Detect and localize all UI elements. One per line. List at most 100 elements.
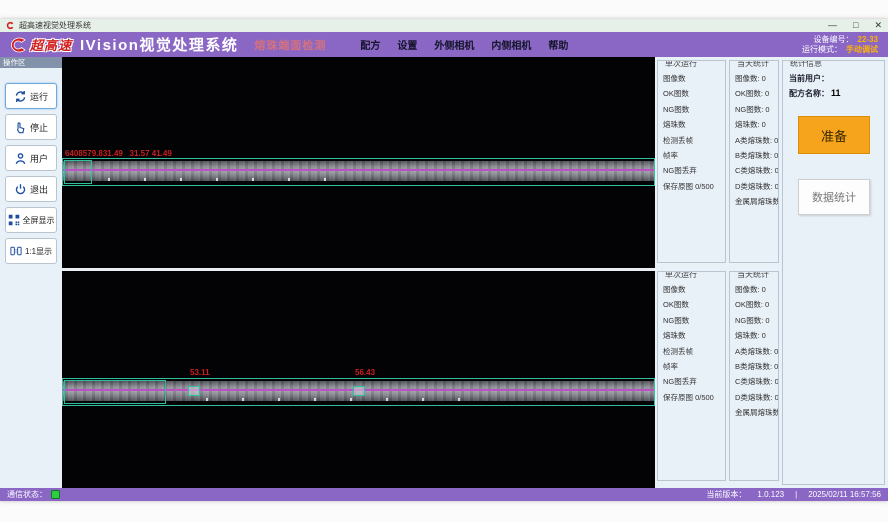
prepare-button[interactable]: 准备 — [798, 116, 870, 154]
stat-row: 图像数 — [663, 282, 725, 297]
stop-button-label: 停止 — [30, 121, 48, 134]
menu-item[interactable]: 外侧相机 — [434, 37, 474, 52]
today-stats-panel-top: 当天统计 图像数: 0OK图数: 0NG图数: 0熔珠数: 0A类熔珠数: 0B… — [729, 60, 779, 263]
stat-row: 保存原图 0/500 — [663, 179, 725, 194]
menu-item[interactable]: 帮助 — [548, 37, 568, 52]
stat-row: 熔珠数 — [663, 117, 725, 132]
stat-row: A类熔珠数: 0 — [735, 344, 778, 359]
panel-title: 当天统计 — [734, 271, 772, 279]
stop-hand-icon — [14, 121, 27, 134]
stat-row: 图像数 — [663, 71, 725, 86]
main-content: 操作区 运行 停止 — [0, 57, 888, 488]
stats-block-bottom: 单次运行 图像数OK图数NG图数熔珠数检测丢帧帧率NG图丢弃保存原图 0/500… — [657, 271, 779, 481]
app-title: IVision视觉处理系统 — [80, 34, 238, 55]
stop-button[interactable]: 停止 — [5, 114, 57, 140]
stat-row: 帧率 — [663, 359, 725, 374]
stat-row: B类熔珠数: 0 — [735, 359, 778, 374]
stat-row: OK图数: 0 — [735, 86, 778, 101]
menu-bar: 配方 设置 外侧相机 内侧相机 帮助 — [360, 37, 568, 52]
panel-title: 单次运行 — [662, 60, 700, 68]
sidebar: 操作区 运行 停止 — [0, 57, 62, 488]
run-mode-value: 手动调试 — [846, 45, 878, 54]
minimize-button[interactable]: — — [828, 19, 837, 32]
stat-row: 熔珠数 — [663, 328, 725, 343]
menu-item[interactable]: 内侧相机 — [491, 37, 531, 52]
user-button[interactable]: 用户 — [5, 145, 57, 171]
run-mode-label: 运行模式： — [802, 45, 842, 54]
today-stats-panel-bottom: 当天统计 图像数: 0OK图数: 0NG图数: 0熔珠数: 0A类熔珠数: 0B… — [729, 271, 779, 481]
device-number-value: 22-33 — [858, 35, 878, 44]
window-controls: — □ ✕ — [828, 19, 882, 32]
recipe-name-label: 配方名称： — [789, 89, 829, 98]
stat-row: OK图数: 0 — [735, 297, 778, 312]
stat-row: C类熔珠数: 0 — [735, 374, 778, 389]
version-label: 当前版本： — [706, 489, 746, 500]
fullscreen-button[interactable]: 全屏显示 — [5, 207, 57, 233]
strip-debris — [74, 178, 334, 181]
stat-row: B类熔珠数: 0 — [735, 148, 778, 163]
fullscreen-button-label: 全屏显示 — [23, 215, 55, 226]
app-icon — [6, 21, 15, 30]
info-column: 统计信息 当前用户： 配方名称：11 准备 数据统计 — [780, 57, 888, 488]
close-button[interactable]: ✕ — [874, 19, 882, 32]
stat-row: 图像数: 0 — [735, 71, 778, 86]
statistics-column: 单次运行 图像数OK图数NG图数熔珠数检测丢帧帧率NG图丢弃保存原图 0/500… — [655, 57, 780, 488]
stat-row: NG图数: 0 — [735, 313, 778, 328]
app-header: 超高速 IVision视觉处理系统 熔珠端面检测 配方设置外侧相机内侧相机帮助 … — [0, 32, 888, 57]
power-icon — [14, 183, 27, 196]
maximize-button[interactable]: □ — [853, 19, 858, 32]
measurement-annotation: 6408579.831.49 31.57 41.49 — [65, 149, 172, 158]
fullscreen-grid-icon — [8, 214, 20, 226]
run-button[interactable]: 运行 — [5, 83, 57, 109]
roi-left-box — [64, 380, 166, 404]
stat-row: 熔珠数: 0 — [735, 328, 778, 343]
stat-row: D类熔珠数: 0 — [735, 390, 778, 405]
stat-row: 金属屑熔珠数: 0 — [735, 194, 778, 209]
camera-view-top: 6408579.831.49 31.57 41.49 — [62, 57, 655, 268]
stat-row: NG图丢弃 — [663, 163, 725, 178]
one-to-one-icon — [10, 245, 22, 257]
one-to-one-button-label: 1:1显示 — [25, 246, 52, 257]
bead-marker — [188, 386, 200, 396]
current-user-label: 当前用户： — [789, 74, 829, 83]
stat-row: 保存原图 0/500 — [663, 390, 725, 405]
sidebar-title: 操作区 — [0, 57, 62, 68]
camera-views: 6408579.831.49 31.57 41.49 53.11 56.43 — [62, 57, 655, 488]
run-button-label: 运行 — [30, 90, 48, 103]
stat-row: NG图丢弃 — [663, 374, 725, 389]
single-run-panel-bottom: 单次运行 图像数OK图数NG图数熔珠数检测丢帧帧率NG图丢弃保存原图 0/500 — [657, 271, 726, 481]
brand-name: 超高速 — [30, 35, 72, 54]
stat-row: 熔珠数: 0 — [735, 117, 778, 132]
stat-row: OK图数 — [663, 297, 725, 312]
stat-row: OK图数 — [663, 86, 725, 101]
strip-debris — [172, 398, 472, 401]
stat-row: C类熔珠数: 0 — [735, 163, 778, 178]
bead-measurement-label: 56.43 — [355, 368, 375, 377]
device-info: 设备编号：22-33 运行模式：手动调试 — [802, 35, 878, 55]
exit-button[interactable]: 退出 — [5, 176, 57, 202]
app-window: 超高速视觉处理系统 — □ ✕ 超高速 IVision视觉处理系统 熔珠端面检测… — [0, 19, 888, 501]
panel-title: 单次运行 — [662, 271, 700, 279]
recipe-name-value: 11 — [831, 88, 841, 98]
menu-item[interactable]: 配方 — [360, 37, 380, 52]
stat-row: 金属屑熔珠数: 0 — [735, 405, 778, 420]
panel-title: 统计信息 — [787, 60, 825, 68]
exit-button-label: 退出 — [30, 183, 48, 196]
status-separator: | — [795, 490, 797, 499]
stat-row: NG图数 — [663, 313, 725, 328]
one-to-one-button[interactable]: 1:1显示 — [5, 238, 57, 264]
window-title: 超高速视觉处理系统 — [19, 20, 91, 31]
user-button-label: 用户 — [30, 152, 48, 165]
user-icon — [14, 152, 27, 165]
camera-view-bottom: 53.11 56.43 — [62, 271, 655, 488]
version-value: 1.0.123 — [757, 490, 784, 499]
data-statistics-button[interactable]: 数据统计 — [798, 179, 870, 215]
status-bar: 通信状态： 当前版本： 1.0.123 | 2025/02/11 16:57:5… — [0, 488, 888, 501]
status-datetime: 2025/02/11 16:57:56 — [808, 490, 881, 499]
stat-row: NG图数 — [663, 102, 725, 117]
stat-row: 检测丢帧 — [663, 344, 725, 359]
bead-marker — [353, 386, 365, 396]
stat-row: D类熔珠数: 0 — [735, 179, 778, 194]
stat-row: NG图数: 0 — [735, 102, 778, 117]
menu-item[interactable]: 设置 — [397, 37, 417, 52]
